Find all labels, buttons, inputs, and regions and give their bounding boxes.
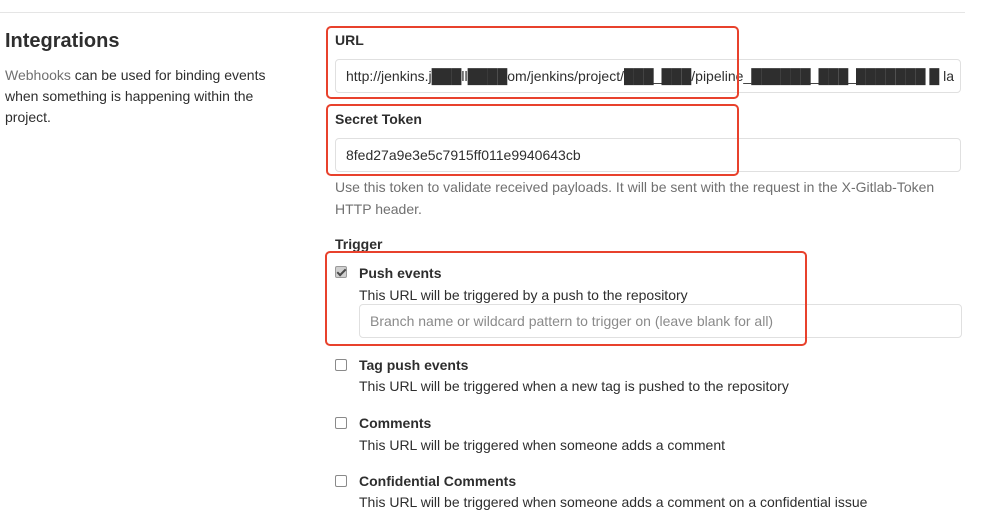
comments-desc: This URL will be triggered when someone … [359, 437, 725, 453]
section-description: Webhooks can be used for binding events … [5, 65, 290, 128]
trigger-label: Trigger [335, 236, 383, 252]
secret-token-label: Secret Token [335, 111, 422, 127]
push-events-title: Push events [359, 265, 442, 281]
tag-push-events-title: Tag push events [359, 357, 469, 373]
comments-title: Comments [359, 415, 432, 431]
tag-push-events-checkbox[interactable] [335, 359, 347, 371]
webhooks-link[interactable]: Webhooks [5, 67, 71, 83]
tag-push-events-desc: This URL will be triggered when a new ta… [359, 378, 789, 394]
push-events-checkbox[interactable] [335, 266, 347, 278]
confidential-comments-checkbox[interactable] [335, 475, 347, 487]
secret-token-input[interactable]: 8fed27a9e3e5c7915ff011e9940643cb [335, 138, 961, 172]
comments-checkbox[interactable] [335, 417, 347, 429]
url-label: URL [335, 32, 364, 48]
secret-token-help: Use this token to validate received payl… [335, 179, 935, 217]
url-input[interactable]: http://jenkins.j███ll████om/jenkins/proj… [335, 59, 961, 93]
confidential-comments-title: Confidential Comments [359, 473, 517, 489]
top-divider [0, 12, 965, 13]
push-events-desc: This URL will be triggered by a push to … [359, 287, 688, 303]
section-title: Integrations [5, 30, 120, 52]
confidential-comments-desc: This URL will be triggered when someone … [359, 494, 868, 510]
branch-filter-input[interactable]: Branch name or wildcard pattern to trigg… [359, 304, 962, 338]
